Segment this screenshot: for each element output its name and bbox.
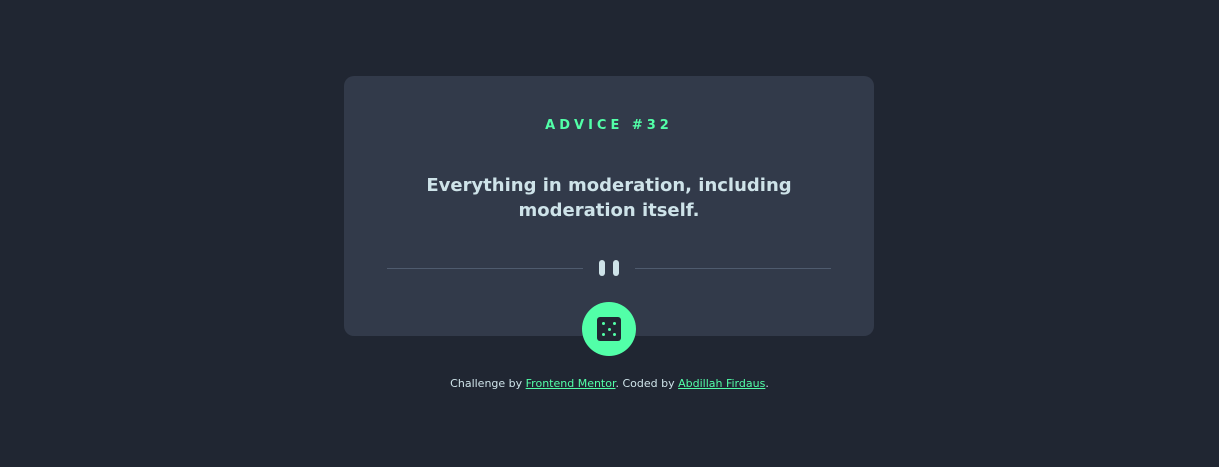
dice-pip bbox=[602, 333, 605, 336]
dice-icon bbox=[597, 317, 621, 341]
dice-pip bbox=[613, 333, 616, 336]
advice-quote: Everything in moderation, including mode… bbox=[426, 175, 792, 221]
advice-card: ADVICE #32 Everything in moderation, inc… bbox=[344, 76, 874, 336]
attribution-middle: . Coded by bbox=[615, 377, 679, 390]
dice-pip bbox=[602, 322, 605, 325]
author-link[interactable]: Abdillah Firdaus bbox=[678, 377, 765, 390]
divider-line-left bbox=[387, 268, 583, 269]
pause-icon bbox=[599, 260, 619, 276]
attribution-prefix: Challenge by bbox=[450, 377, 526, 390]
attribution: Challenge by Frontend Mentor. Coded by A… bbox=[0, 377, 1219, 390]
new-advice-button[interactable] bbox=[582, 302, 636, 356]
divider-line-right bbox=[635, 268, 831, 269]
attribution-suffix: . bbox=[765, 377, 769, 390]
pattern-divider bbox=[387, 256, 831, 280]
dice-pip bbox=[613, 322, 616, 325]
frontend-mentor-link[interactable]: Frontend Mentor bbox=[526, 377, 616, 390]
pause-bar-right bbox=[613, 260, 619, 276]
pause-bar-left bbox=[599, 260, 605, 276]
dice-pip bbox=[607, 327, 611, 331]
advice-number: ADVICE #32 bbox=[545, 118, 673, 133]
